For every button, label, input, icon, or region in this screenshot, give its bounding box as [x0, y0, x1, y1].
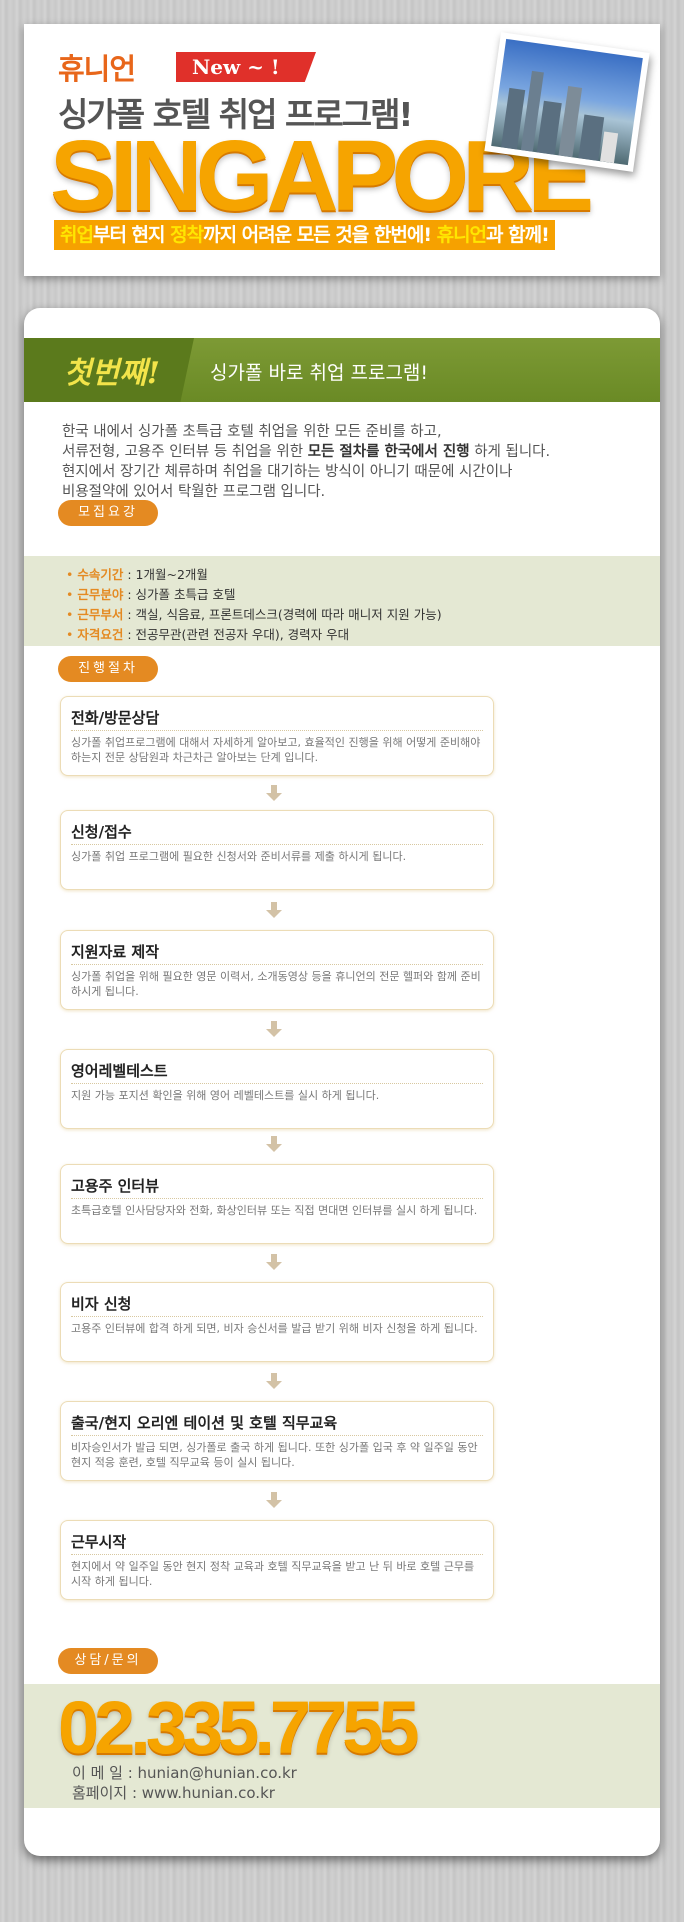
step-title: 전화/방문상담	[71, 709, 160, 727]
intro-emphasis: 모든 절차를 한국에서 진행	[307, 444, 470, 460]
new-badge: New ~ !	[176, 52, 316, 82]
requirement-item: • 근무분야 : 싱가폴 초특급 호텔	[66, 587, 236, 602]
process-label: 진행절차	[58, 656, 158, 682]
email-line[interactable]: 이 메 일 : hunian@hunian.co.kr	[72, 1762, 297, 1783]
requirement-value: : 객실, 식음료, 프론트데스크(경력에 따라 매니저 지원 가능)	[123, 607, 442, 622]
step-title: 고용주 인터뷰	[71, 1177, 160, 1195]
step-description: 초특급호텔 인사담당자와 전화, 화상인터뷰 또는 직접 면대면 인터뷰를 실시…	[71, 1204, 478, 1217]
requirements-panel: • 수속기간 : 1개월~2개월 • 근무분야 : 싱가폴 초특급 호텔 • 근…	[24, 556, 660, 646]
singapore-photo	[484, 32, 650, 172]
requirement-key: 근무부서	[77, 607, 124, 622]
requirement-item: • 수속기간 : 1개월~2개월	[66, 567, 208, 582]
homepage-line[interactable]: 홈페이지 : www.hunian.co.kr	[72, 1782, 275, 1803]
tagline-part: 휴니언	[436, 224, 487, 246]
requirement-value: : 1개월~2개월	[123, 567, 208, 582]
requirement-value: : 전공무관(관련 전공자 우대), 경력자 우대	[123, 627, 350, 642]
down-arrow-icon	[264, 1371, 284, 1391]
process-step: 신청/접수 싱가폴 취업 프로그램에 필요한 신청서와 준비서류를 제출 하시게…	[60, 810, 494, 890]
down-arrow-icon	[264, 1019, 284, 1039]
step-label: 첫번째!	[24, 338, 194, 402]
down-arrow-icon	[264, 783, 284, 803]
process-step: 근무시작 현지에서 약 일주일 동안 현지 정착 교육과 호텔 직무교육을 받고…	[60, 1520, 494, 1600]
step-title: 영어레벨테스트	[71, 1062, 168, 1080]
step-description: 현지에서 약 일주일 동안 현지 정착 교육과 호텔 직무교육을 받고 난 뒤 …	[71, 1560, 475, 1588]
step-title: 지원자료 제작	[71, 943, 160, 961]
step-description: 고용주 인터뷰에 합격 하게 되면, 비자 승신서를 발급 받기 위해 비자 신…	[71, 1322, 478, 1335]
process-step: 영어레벨테스트 지원 가능 포지션 확인을 위해 영어 레벨테스트를 실시 하게…	[60, 1049, 494, 1129]
requirement-value: : 싱가폴 초특급 호텔	[123, 587, 236, 602]
step-description: 싱가폴 취업 프로그램에 필요한 신청서와 준비서류를 제출 하시게 됩니다.	[71, 850, 407, 863]
process-step: 전화/방문상담 싱가폴 취업프로그램에 대해서 자세하게 알아보고, 효율적인 …	[60, 696, 494, 776]
step-description: 싱가폴 취업프로그램에 대해서 자세하게 알아보고, 효율적인 진행을 위해 어…	[71, 736, 481, 764]
requirement-key: 자격요건	[77, 627, 124, 642]
step-title: 비자 신청	[71, 1295, 132, 1313]
requirement-item: • 자격요건 : 전공무관(관련 전공자 우대), 경력자 우대	[66, 627, 350, 642]
program-name: 싱가폴 바로 취업 프로그램!	[210, 362, 429, 384]
requirements-label: 모집요강	[58, 500, 158, 526]
down-arrow-icon	[264, 1134, 284, 1154]
requirement-key: 근무분야	[77, 587, 124, 602]
down-arrow-icon	[264, 900, 284, 920]
process-step: 지원자료 제작 싱가폴 취업을 위해 필요한 영문 이력서, 소개동영상 등을 …	[60, 930, 494, 1010]
step-description: 비자승인서가 발급 되면, 싱가폴로 출국 하게 됩니다. 또한 싱가폴 입국 …	[71, 1441, 478, 1469]
process-step: 고용주 인터뷰 초특급호텔 인사담당자와 전화, 화상인터뷰 또는 직접 면대면…	[60, 1164, 494, 1244]
intro-line: 서류전형, 고용주 인터뷰 등 취업을 위한 모든 절차를 한국에서 진행 하게…	[62, 442, 622, 462]
brand-name: 휴니언	[58, 52, 136, 86]
header-banner: 휴니언 New ~ ! 싱가폴 호텔 취업 프로그램! SINGAPORE 취업…	[24, 24, 660, 276]
intro-span: 하게 됩니다.	[469, 444, 551, 460]
step-label-text: 첫번째!	[64, 356, 160, 391]
step-description: 지원 가능 포지션 확인을 위해 영어 레벨테스트를 실시 하게 됩니다.	[71, 1089, 380, 1102]
tagline-part: 과 함께!	[486, 224, 550, 246]
contact-label: 상담/문의	[58, 1648, 158, 1674]
down-arrow-icon	[264, 1252, 284, 1272]
step-title: 신청/접수	[71, 823, 132, 841]
down-arrow-icon	[264, 1490, 284, 1510]
program-card: 첫번째! 싱가폴 바로 취업 프로그램! 한국 내에서 싱가폴 초특급 호텔 취…	[24, 308, 660, 1856]
intro-line: 현지에서 장기간 체류하며 취업을 대기하는 방식이 아니기 때문에 시간이나	[62, 464, 513, 480]
step-title: 근무시작	[71, 1533, 127, 1551]
tagline-part: 부터 현지	[92, 224, 171, 246]
intro-span: 서류전형, 고용주 인터뷰 등 취업을 위한	[62, 444, 308, 460]
contact-panel: 02.335.7755 이 메 일 : hunian@hunian.co.kr …	[24, 1684, 660, 1808]
process-step: 출국/현지 오리엔 테이션 및 호텔 직무교육 비자승인서가 발급 되면, 싱가…	[60, 1401, 494, 1481]
step-title: 출국/현지 오리엔 테이션 및 호텔 직무교육	[71, 1414, 338, 1432]
requirement-item: • 근무부서 : 객실, 식음료, 프론트데스크(경력에 따라 매니저 지원 가…	[66, 607, 442, 622]
process-step: 비자 신청 고용주 인터뷰에 합격 하게 되면, 비자 승신서를 발급 받기 위…	[60, 1282, 494, 1362]
section-banner: 첫번째! 싱가폴 바로 취업 프로그램!	[24, 338, 660, 402]
step-description: 싱가폴 취업을 위해 필요한 영문 이력서, 소개동영상 등을 휴니언의 전문 …	[71, 970, 481, 998]
requirement-key: 수속기간	[77, 567, 124, 582]
tagline-part: 정착	[170, 224, 204, 246]
intro-text: 한국 내에서 싱가폴 초특급 호텔 취업을 위한 모든 준비를 하고, 서류전형…	[62, 422, 622, 502]
header-tagline: 취업부터 현지 정착까지 어려운 모든 것을 한번에! 휴니언과 함께!	[54, 220, 555, 250]
intro-line: 한국 내에서 싱가폴 초특급 호텔 취업을 위한 모든 준비를 하고,	[62, 424, 442, 440]
phone-number[interactable]: 02.335.7755	[58, 1688, 420, 1768]
intro-line: 비용절약에 있어서 탁월한 프로그램 입니다.	[62, 484, 326, 500]
tagline-part: 까지 어려운 모든 것을 한번에!	[203, 224, 437, 246]
tagline-part: 취업	[60, 224, 94, 246]
